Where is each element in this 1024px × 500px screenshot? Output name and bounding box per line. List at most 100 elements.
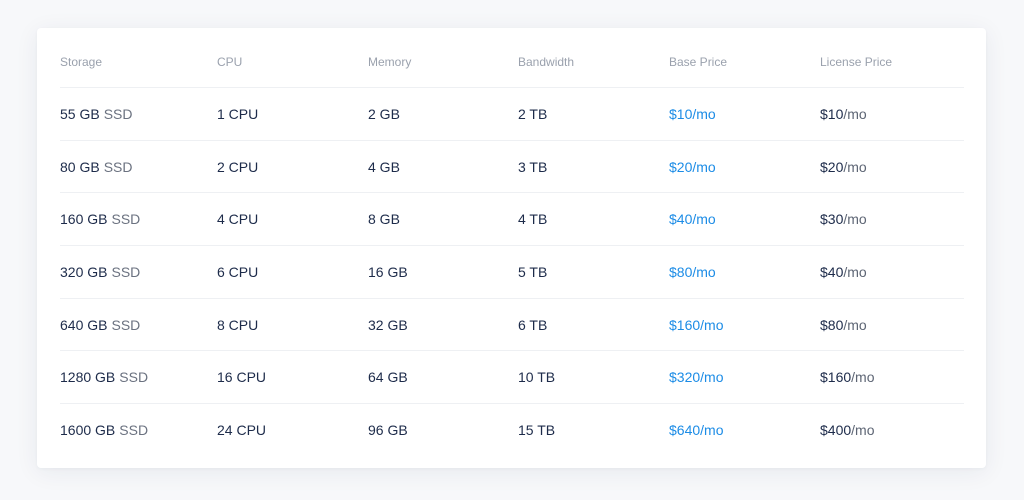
base-price-unit: /mo: [692, 263, 716, 280]
table-row: 160 GB SSD 4 CPU 8 GB 4 TB $40/mo $30/mo: [60, 193, 964, 247]
base-price-amount: $40: [669, 211, 693, 228]
cell-bandwidth: 15 TB: [518, 422, 556, 439]
cell-base-price: $10/mo: [669, 88, 716, 140]
cell-cpu: 4 CPU: [217, 211, 259, 228]
license-price-unit: /mo: [851, 369, 875, 386]
pricing-table: Storage CPU Memory Bandwidth Base Price …: [60, 28, 964, 457]
storage-type: SSD: [111, 316, 141, 333]
cell-storage: 80 GB SSD: [60, 141, 133, 193]
base-price-unit: /mo: [700, 422, 724, 439]
cell-memory: 16 GB: [368, 263, 408, 280]
cell-base-price: $40/mo: [669, 193, 716, 245]
storage-size: 80 GB: [60, 158, 100, 175]
cell-base-price: $160/mo: [669, 299, 724, 351]
cell-cpu: 2 CPU: [217, 158, 259, 175]
cell-storage: 160 GB SSD: [60, 193, 140, 245]
base-price-unit: /mo: [692, 158, 716, 175]
cell-memory: 2 GB: [368, 105, 400, 122]
base-price-amount: $640: [669, 422, 701, 439]
cell-memory: 32 GB: [368, 316, 408, 333]
cell-license-price: $400/mo: [820, 404, 875, 457]
cell-license-price: $10/mo: [820, 88, 867, 140]
license-price-amount: $80: [820, 316, 844, 333]
base-price-amount: $160: [669, 316, 701, 333]
cell-cpu: 24 CPU: [217, 422, 267, 439]
cell-base-price: $80/mo: [669, 246, 716, 298]
storage-type: SSD: [119, 369, 149, 386]
license-price-amount: $20: [820, 158, 844, 175]
storage-type: SSD: [103, 105, 133, 122]
cell-cpu: 16 CPU: [217, 369, 267, 386]
base-price-unit: /mo: [700, 316, 724, 333]
base-price-amount: $320: [669, 369, 701, 386]
cell-license-price: $30/mo: [820, 193, 867, 245]
license-price-unit: /mo: [843, 158, 867, 175]
storage-size: 640 GB: [60, 316, 108, 333]
cell-bandwidth: 3 TB: [518, 158, 548, 175]
table-row: 1280 GB SSD 16 CPU 64 GB 10 TB $320/mo $…: [60, 351, 964, 405]
cell-license-price: $20/mo: [820, 141, 867, 193]
cell-cpu: 8 CPU: [217, 316, 259, 333]
table-body: 55 GB SSD 1 CPU 2 GB 2 TB $10/mo $10/mo …: [60, 88, 964, 457]
cell-storage: 1600 GB SSD: [60, 404, 148, 457]
table-row: 1600 GB SSD 24 CPU 96 GB 15 TB $640/mo $…: [60, 404, 964, 457]
license-price-amount: $10: [820, 105, 844, 122]
license-price-unit: /mo: [843, 211, 867, 228]
cell-storage: 640 GB SSD: [60, 299, 140, 351]
cell-storage: 1280 GB SSD: [60, 351, 148, 403]
cell-base-price: $20/mo: [669, 141, 716, 193]
header-cpu: CPU: [217, 55, 243, 69]
license-price-unit: /mo: [843, 263, 867, 280]
cell-cpu: 1 CPU: [217, 105, 259, 122]
cell-storage: 55 GB SSD: [60, 88, 133, 140]
cell-bandwidth: 6 TB: [518, 316, 548, 333]
header-memory: Memory: [368, 55, 412, 69]
license-price-unit: /mo: [843, 105, 867, 122]
base-price-unit: /mo: [700, 369, 724, 386]
header-base-price: Base Price: [669, 55, 728, 69]
base-price-amount: $80: [669, 263, 693, 280]
header-storage: Storage: [60, 55, 103, 69]
cell-license-price: $40/mo: [820, 246, 867, 298]
storage-size: 320 GB: [60, 263, 108, 280]
cell-memory: 4 GB: [368, 158, 400, 175]
storage-size: 55 GB: [60, 105, 100, 122]
cell-memory: 8 GB: [368, 211, 400, 228]
license-price-amount: $40: [820, 263, 844, 280]
table-row: 320 GB SSD 6 CPU 16 GB 5 TB $80/mo $40/m…: [60, 246, 964, 299]
cell-storage: 320 GB SSD: [60, 246, 140, 298]
base-price-unit: /mo: [692, 105, 716, 122]
cell-base-price: $320/mo: [669, 351, 724, 403]
header-license-price: License Price: [820, 55, 893, 69]
header-bandwidth: Bandwidth: [518, 55, 575, 69]
storage-size: 1280 GB: [60, 369, 116, 386]
license-price-unit: /mo: [851, 422, 875, 439]
storage-type: SSD: [111, 211, 141, 228]
table-header-row: Storage CPU Memory Bandwidth Base Price …: [60, 28, 964, 88]
storage-size: 160 GB: [60, 211, 108, 228]
cell-cpu: 6 CPU: [217, 263, 259, 280]
table-row: 80 GB SSD 2 CPU 4 GB 3 TB $20/mo $20/mo: [60, 141, 964, 194]
cell-license-price: $80/mo: [820, 299, 867, 351]
license-price-amount: $160: [820, 369, 852, 386]
base-price-amount: $20: [669, 158, 693, 175]
base-price-amount: $10: [669, 105, 693, 122]
base-price-unit: /mo: [692, 211, 716, 228]
storage-size: 1600 GB: [60, 422, 116, 439]
storage-type: SSD: [103, 158, 133, 175]
cell-bandwidth: 10 TB: [518, 369, 556, 386]
license-price-unit: /mo: [843, 316, 867, 333]
cell-bandwidth: 2 TB: [518, 105, 548, 122]
cell-memory: 64 GB: [368, 369, 408, 386]
cell-license-price: $160/mo: [820, 351, 875, 403]
storage-type: SSD: [119, 422, 149, 439]
cell-bandwidth: 5 TB: [518, 263, 548, 280]
storage-type: SSD: [111, 263, 141, 280]
table-row: 640 GB SSD 8 CPU 32 GB 6 TB $160/mo $80/…: [60, 299, 964, 352]
table-row: 55 GB SSD 1 CPU 2 GB 2 TB $10/mo $10/mo: [60, 88, 964, 141]
cell-base-price: $640/mo: [669, 404, 724, 457]
cell-bandwidth: 4 TB: [518, 211, 548, 228]
license-price-amount: $30: [820, 211, 844, 228]
cell-memory: 96 GB: [368, 422, 408, 439]
pricing-card: Storage CPU Memory Bandwidth Base Price …: [37, 28, 986, 468]
